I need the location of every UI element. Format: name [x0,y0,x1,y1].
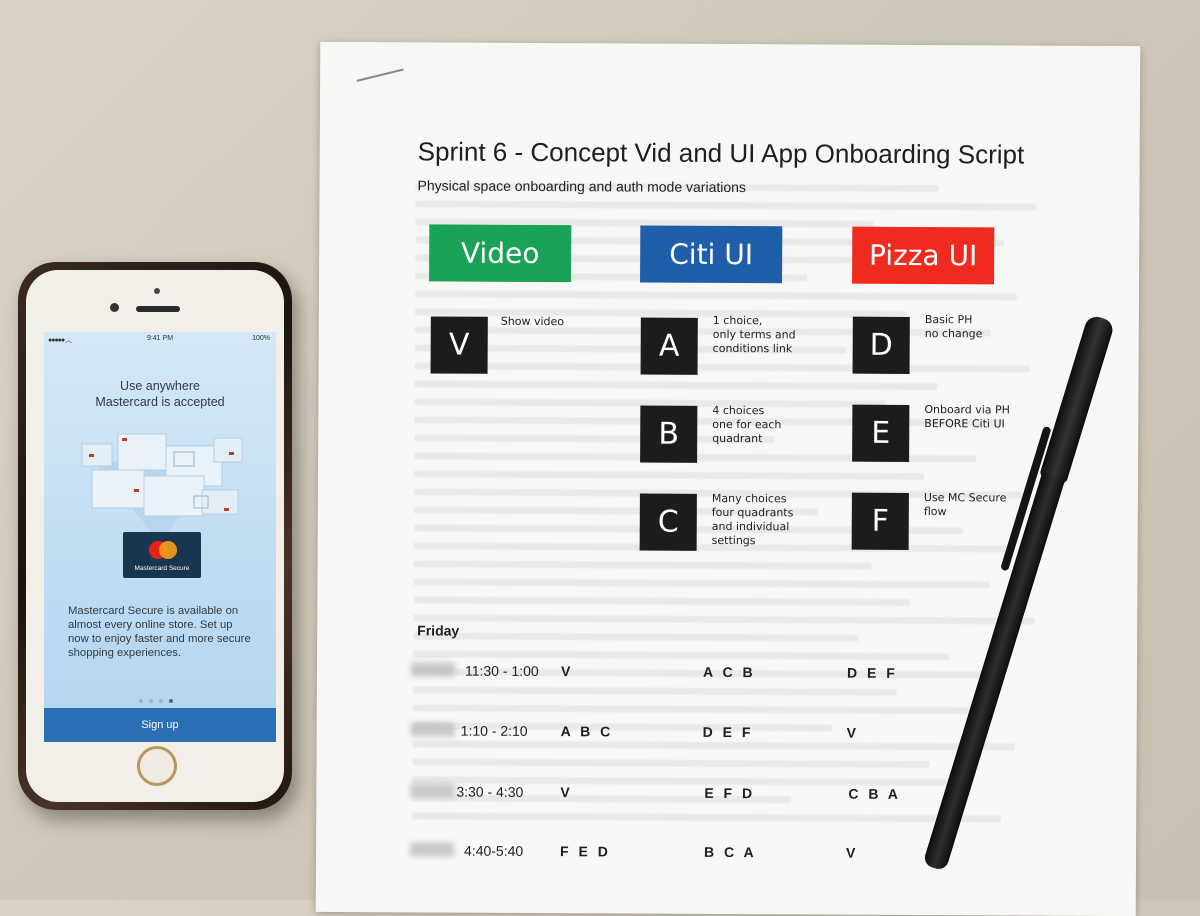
description-line: and individual [711,519,790,534]
description-line: Onboard via PH [924,403,1011,417]
description-line: 1 choice, [712,313,763,328]
onboarding-body-text: Mastercard Secure is available on almost… [68,605,251,659]
page-dot[interactable] [149,699,153,703]
description-line: no change [924,327,983,341]
option-tile-d: D [852,316,910,374]
onboarding-headline: Use anywhere Mastercard is accepted [44,378,276,410]
redacted-participant-name [410,783,455,798]
pizza-ui-order: D E F [846,664,898,681]
schedule-row: 3:30 - 4:30 V E F D C B A [410,783,1110,807]
schedule-row: 4:40-5:40 F E D B C A V [410,842,1110,866]
page-title: Sprint 6 - Concept Vid and UI App Onboar… [417,136,1025,170]
session-time: 4:40-5:40 [464,842,524,859]
page-dot[interactable] [139,699,143,703]
earpiece-speaker [136,306,180,312]
option-e-description: Onboard via PH BEFORE Citi UI [924,403,1024,432]
headline-line-2: Mastercard is accepted [95,395,225,409]
description-line: Many choices [711,491,787,506]
schedule-row: 1:10 - 2:10 A B C D E F V [410,722,1111,746]
description-line: one for each [712,417,782,432]
phone-screen: ●●●●● ︿ 9:41 PM 100% Use anywhere Master… [44,332,276,742]
description-line: settings [711,533,756,548]
option-tile-a: A [640,317,698,375]
description-line: quadrant [712,431,763,446]
option-tile-b: B [640,405,698,463]
option-f-description: Use MC Secure flow [924,491,1024,520]
page-dot[interactable] [159,699,163,703]
citi-ui-order: E F D [704,784,756,802]
description-line: Use MC Secure [923,491,1007,505]
pizza-ui-order: V [846,844,859,861]
redacted-participant-name [410,662,456,677]
sign-up-button[interactable]: Sign up [44,708,276,742]
battery-indicator: 100% [252,335,270,342]
description-line: flow [923,505,947,519]
pizza-ui-order: V [846,724,860,741]
option-v-description: Show video [501,315,601,330]
option-a-description: 1 choice, only terms and conditions link [713,314,813,357]
option-tile-e: E [852,404,910,462]
phone-sensor [154,288,160,294]
video-order: V [560,784,573,801]
front-camera [110,303,119,312]
phone-bezel: ●●●●● ︿ 9:41 PM 100% Use anywhere Master… [26,270,284,802]
session-time: 11:30 - 1:00 [464,662,539,680]
citi-ui-order: A C B [702,663,756,681]
staple-mark [356,68,404,82]
redacted-participant-name [410,722,455,737]
pizza-ui-order: C B A [848,785,901,802]
page-indicator [139,690,183,703]
description-line: BEFORE Citi UI [924,417,1005,431]
video-order: A B C [560,723,614,740]
headline-line-1: Use anywhere [120,379,200,393]
description-line: only terms and [712,327,796,342]
description-line: Basic PH [924,313,973,327]
page-subtitle: Physical space onboarding and auth mode … [417,177,747,196]
description-line: Show video [500,314,565,329]
iphone: ●●●●● ︿ 9:41 PM 100% Use anywhere Master… [18,262,292,810]
mastercard-secure-card: Mastercard Secure [123,532,201,578]
printed-script-sheet: Sprint 6 - Concept Vid and UI App Onboar… [315,41,1141,916]
option-tile-c: C [639,493,697,551]
schedule-day-heading: Friday [417,622,460,639]
option-tile-f: F [851,492,909,550]
option-c-description: Many choices four quadrants and individu… [712,492,812,549]
status-time: 9:41 PM [146,335,174,342]
session-time: 1:10 - 2:10 [460,722,528,739]
video-order: V [560,663,574,680]
online-stores-illustration [81,433,243,542]
option-d-description: Basic PH no change [925,313,1025,342]
card-label: Mastercard Secure [134,565,190,572]
session-time: 3:30 - 4:30 [456,783,524,800]
option-tile-v: V [430,316,488,374]
redacted-participant-name [410,842,455,857]
status-bar: ●●●●● ︿ 9:41 PM 100% [44,332,276,346]
description-line: conditions link [712,341,793,356]
page-dot-active[interactable] [169,699,173,703]
mastercard-logo-icon [149,541,177,559]
video-banner: Video [429,224,572,283]
description-line: four quadrants [711,505,794,520]
home-button[interactable] [137,746,177,786]
citi-ui-order: D E F [702,723,754,741]
citi-ui-banner: Citi UI [640,225,783,284]
pizza-ui-banner: Pizza UI [852,226,995,285]
citi-ui-order: B C A [704,843,757,861]
option-b-description: 4 choices one for each quadrant [712,404,812,447]
description-line: 4 choices [712,403,765,418]
video-order: F E D [560,843,611,860]
